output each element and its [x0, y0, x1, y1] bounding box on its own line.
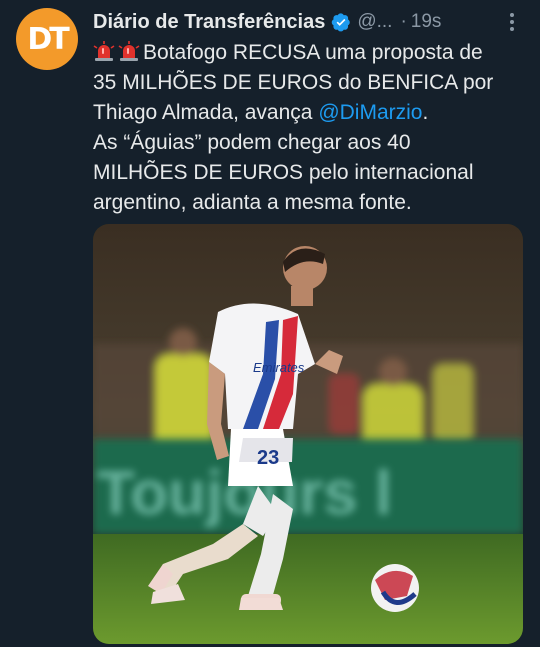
- shorts-number-text: 23: [257, 447, 279, 469]
- tweet-text-line: Thiago Almada, avança: [93, 101, 313, 124]
- tweet[interactable]: DT Diário de Transferências @... · 19s B…: [0, 0, 540, 647]
- tweet-header: Diário de Transferências @... · 19s: [93, 8, 528, 36]
- tweet-text-line: .: [422, 101, 429, 124]
- avatar[interactable]: DT: [16, 8, 78, 70]
- tweet-line-5: MILHÕES DE EUROS pelo internacional: [93, 161, 474, 184]
- account-name[interactable]: Diário de Transferências: [93, 11, 325, 34]
- verified-badge-icon: [332, 13, 351, 32]
- tweet-line-6: argentino, adianta a mesma fonte.: [93, 191, 412, 214]
- account-handle[interactable]: @...: [357, 11, 392, 33]
- mention-link[interactable]: @DiMarzio: [318, 101, 422, 124]
- dt-logo-icon: DT: [27, 21, 69, 57]
- player-photo: Toujours l Emirates 23: [93, 224, 523, 644]
- tweet-photo[interactable]: Toujours l Emirates 23: [93, 224, 523, 644]
- tweet-line-4: As “Águias” podem chegar aos 40: [93, 131, 411, 154]
- tweet-text-line: Botafogo RECUSA uma proposta de: [143, 41, 483, 64]
- siren-icon: [93, 41, 115, 61]
- shirt-sponsor-text: Emirates: [253, 360, 305, 375]
- tweet-line-1: Botafogo RECUSA uma proposta de: [93, 38, 528, 68]
- tweet-line-2: 35 MILHÕES DE EUROS do BENFICA por: [93, 71, 494, 94]
- separator-dot: ·: [400, 11, 407, 32]
- tweet-line-3: Thiago Almada, avança @DiMarzio.: [93, 98, 528, 128]
- timestamp[interactable]: 19s: [411, 11, 442, 33]
- soccer-ball-icon: [371, 564, 419, 612]
- siren-icon: [118, 41, 140, 61]
- tweet-text: Botafogo RECUSA uma proposta de 35 MILHÕ…: [93, 38, 528, 218]
- more-options-icon[interactable]: [500, 8, 524, 36]
